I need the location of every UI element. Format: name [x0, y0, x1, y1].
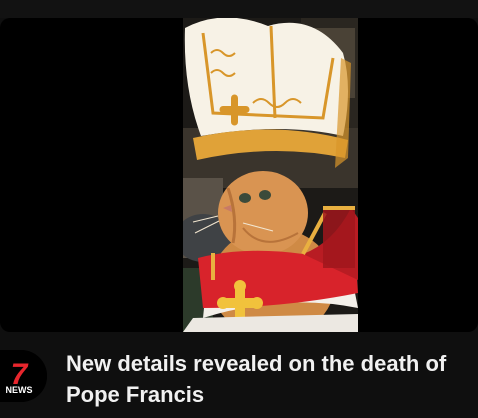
- video-title[interactable]: New details revealed on the death of Pop…: [66, 348, 466, 410]
- page: 7 NEWS New details revealed on the death…: [0, 0, 478, 418]
- video-meta: 7 NEWS New details revealed on the death…: [0, 340, 478, 418]
- cat-in-pope-costume-image: [183, 18, 358, 332]
- video-thumbnail[interactable]: [0, 18, 478, 332]
- channel-logo-7news[interactable]: 7 NEWS: [0, 350, 47, 402]
- logo-text: NEWS: [6, 385, 33, 395]
- top-strip: [0, 0, 478, 18]
